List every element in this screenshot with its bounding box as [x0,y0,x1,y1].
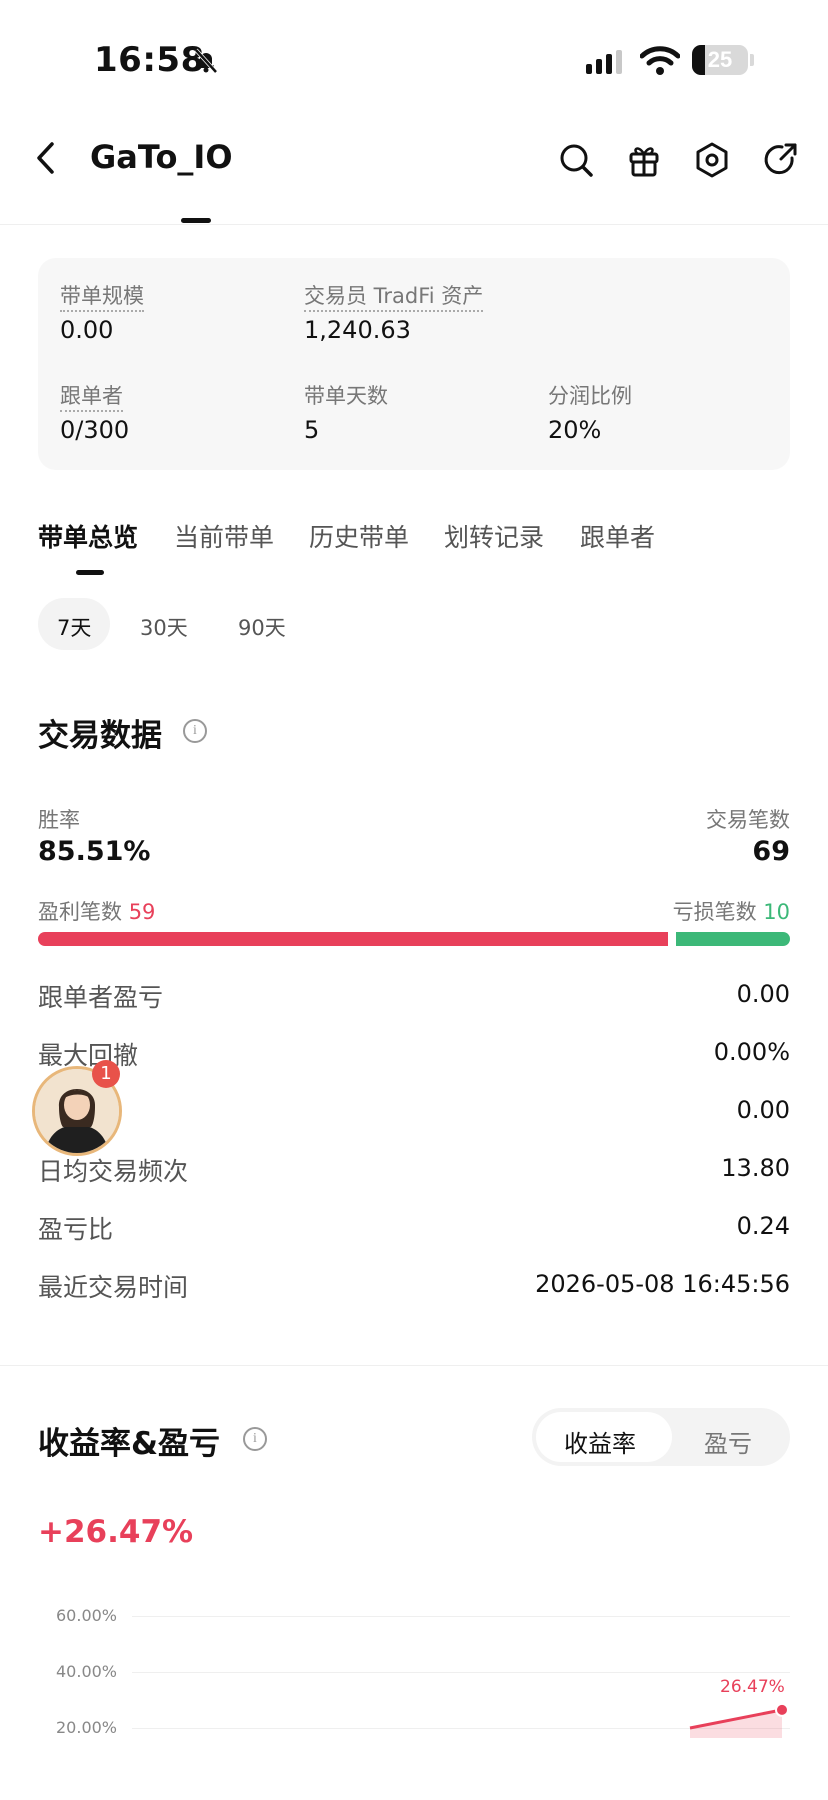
return-chart [689,1702,789,1738]
return-end-point [775,1702,789,1717]
